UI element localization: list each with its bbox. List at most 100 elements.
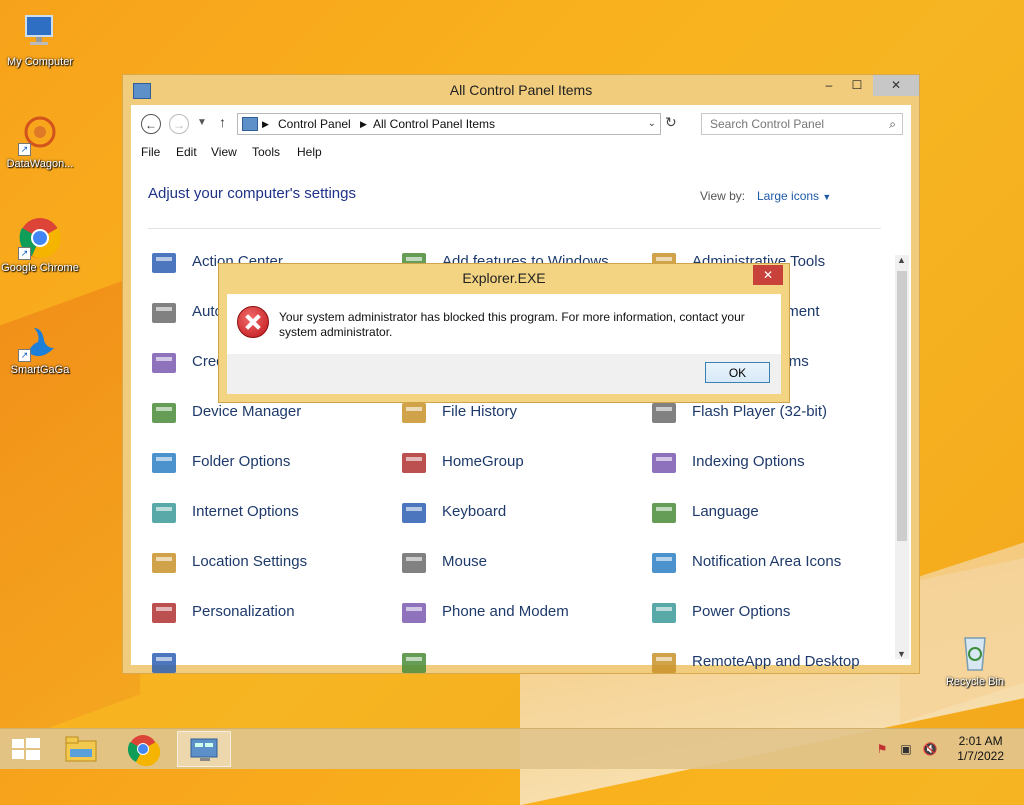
view-by-dropdown[interactable]: Large icons ▼: [757, 189, 831, 203]
chevron-down-icon: ▼: [822, 192, 832, 202]
window-title: All Control Panel Items: [449, 82, 593, 98]
dialog-footer: OK: [227, 354, 781, 394]
language-icon: [648, 497, 680, 529]
ok-button[interactable]: OK: [705, 362, 770, 383]
location-icon: [148, 547, 180, 579]
control-panel-item-label: Folder Options: [192, 453, 291, 470]
volume-muted-icon[interactable]: 🔇: [922, 741, 938, 757]
shortcut-arrow-icon: ↗: [18, 349, 31, 362]
close-button[interactable]: ✕: [873, 75, 919, 96]
control-panel-item[interactable]: Indexing Options: [648, 445, 888, 481]
control-panel-item[interactable]: Location Settings: [148, 545, 388, 581]
back-arrow-icon[interactable]: ←: [141, 114, 161, 134]
control-panel-item[interactable]: Notification Area Icons: [648, 545, 888, 581]
forward-arrow-icon[interactable]: →: [169, 114, 189, 134]
control-panel-item[interactable]: [398, 645, 638, 675]
scrollbar-thumb[interactable]: [897, 271, 907, 541]
action-center-flag-icon[interactable]: ⚑: [874, 741, 890, 757]
control-panel-item[interactable]: [148, 645, 388, 675]
control-panel-item-label: Keyboard: [442, 503, 507, 520]
chrome-taskbar-icon[interactable]: [116, 731, 170, 767]
breadcrumb-all-items[interactable]: All Control Panel Items: [373, 114, 495, 134]
search-icon[interactable]: ⌕: [889, 114, 896, 134]
control-panel-item-label: Notification Area Icons: [692, 553, 842, 570]
item-icon: [398, 647, 430, 675]
menu-file[interactable]: File: [141, 145, 160, 159]
clock-date: 1/7/2022: [957, 749, 1004, 763]
desktop-icon-my-computer[interactable]: My Computer: [0, 10, 80, 68]
control-panel-item-label: Location Settings: [192, 553, 308, 570]
control-panel-item-label: Flash Player (32-bit): [692, 403, 828, 420]
folder-options-icon: [148, 447, 180, 479]
view-by-label: View by:: [700, 189, 746, 203]
view-by-value: Large icons: [757, 189, 820, 203]
system-clock[interactable]: 2:01 AM 1/7/2022: [957, 734, 1004, 764]
control-panel-item[interactable]: Phone and Modem: [398, 595, 638, 631]
control-panel-item-label: File History: [442, 403, 518, 420]
menu-edit[interactable]: Edit: [176, 145, 197, 159]
control-panel-item[interactable]: Keyboard: [398, 495, 638, 531]
remoteapp-icon: [648, 647, 680, 675]
error-dialog: Explorer.EXE ✕ Your system administrator…: [218, 263, 790, 403]
vertical-scrollbar[interactable]: ▲ ▼: [895, 255, 909, 659]
control-panel-icon: [242, 117, 258, 131]
desktop-icon-smartgaga[interactable]: ↗ SmartGaGa: [0, 318, 80, 376]
divider: [148, 228, 881, 229]
recycle-bin-icon: [953, 630, 997, 674]
minimize-button[interactable]: –: [815, 75, 843, 96]
dialog-body: Your system administrator has blocked th…: [227, 294, 781, 354]
scroll-up-icon[interactable]: ▲: [897, 255, 906, 265]
start-button[interactable]: [0, 731, 54, 767]
maximize-button[interactable]: ☐: [843, 75, 871, 96]
control-panel-item[interactable]: Power Options: [648, 595, 888, 631]
phone-modem-icon: [398, 597, 430, 629]
item-icon: [148, 647, 180, 675]
search-placeholder: Search Control Panel: [710, 117, 825, 131]
control-panel-item[interactable]: Mouse: [398, 545, 638, 581]
refresh-icon[interactable]: ↻: [665, 114, 677, 131]
action-center-flag-icon: [148, 247, 180, 279]
control-panel-item-label: Language: [692, 503, 759, 520]
computer-icon: [18, 10, 62, 54]
desktop-icon-label: Recycle Bin: [945, 676, 1005, 688]
indexing-icon: [648, 447, 680, 479]
network-icon[interactable]: ▣: [898, 741, 914, 757]
content-area: Adjust your computer's settings View by:…: [131, 163, 911, 673]
dialog-title: Explorer.EXE: [462, 270, 546, 286]
desktop-icon-label: Google Chrome: [1, 262, 79, 274]
up-arrow-icon[interactable]: ↑: [219, 114, 226, 130]
address-dropdown-icon[interactable]: ⌄: [648, 114, 656, 134]
file-explorer-taskbar-icon[interactable]: [54, 731, 108, 767]
menu-tools[interactable]: Tools: [252, 145, 280, 159]
desktop-icon-recycle-bin[interactable]: Recycle Bin: [935, 630, 1015, 688]
window-titlebar[interactable]: All Control Panel Items – ☐ ✕: [123, 75, 919, 105]
scroll-down-icon[interactable]: ▼: [897, 649, 906, 659]
homegroup-icon: [398, 447, 430, 479]
menu-help[interactable]: Help: [297, 145, 322, 159]
control-panel-item[interactable]: Personalization: [148, 595, 388, 631]
desktop-icon-google-chrome[interactable]: ↗ Google Chrome: [0, 216, 80, 274]
power-icon: [648, 597, 680, 629]
desktop-icon-label: DataWagon...: [6, 158, 74, 170]
desktop-icon-datawagon[interactable]: ↗ DataWagon...: [0, 112, 80, 170]
menu-view[interactable]: View: [211, 145, 237, 159]
control-panel-item[interactable]: RemoteApp and Desktop: [648, 645, 888, 675]
control-panel-item-label: Indexing Options: [692, 453, 805, 470]
recent-locations-icon[interactable]: ▼: [197, 117, 207, 128]
control-panel-item[interactable]: HomeGroup: [398, 445, 638, 481]
control-panel-item[interactable]: Language: [648, 495, 888, 531]
keyboard-icon: [398, 497, 430, 529]
control-panel-item[interactable]: Internet Options: [148, 495, 388, 531]
breadcrumb-control-panel[interactable]: Control Panel: [278, 114, 351, 134]
dialog-close-button[interactable]: ✕: [753, 265, 783, 285]
control-panel-taskbar-icon[interactable]: [177, 731, 231, 767]
control-panel-item[interactable]: Folder Options: [148, 445, 388, 481]
navigation-bar: ← → ▼ ↑ ▶ Control Panel ▶ All Control Pa…: [131, 105, 911, 141]
control-panel-item-label: Device Manager: [192, 403, 302, 420]
search-input[interactable]: Search Control Panel ⌕: [701, 113, 903, 135]
shortcut-arrow-icon: ↗: [18, 247, 31, 260]
shortcut-arrow-icon: ↗: [18, 143, 31, 156]
address-bar[interactable]: ▶ Control Panel ▶ All Control Panel Item…: [237, 113, 661, 135]
breadcrumb-chevron-icon: ▶: [262, 119, 269, 129]
notification-icon: [648, 547, 680, 579]
